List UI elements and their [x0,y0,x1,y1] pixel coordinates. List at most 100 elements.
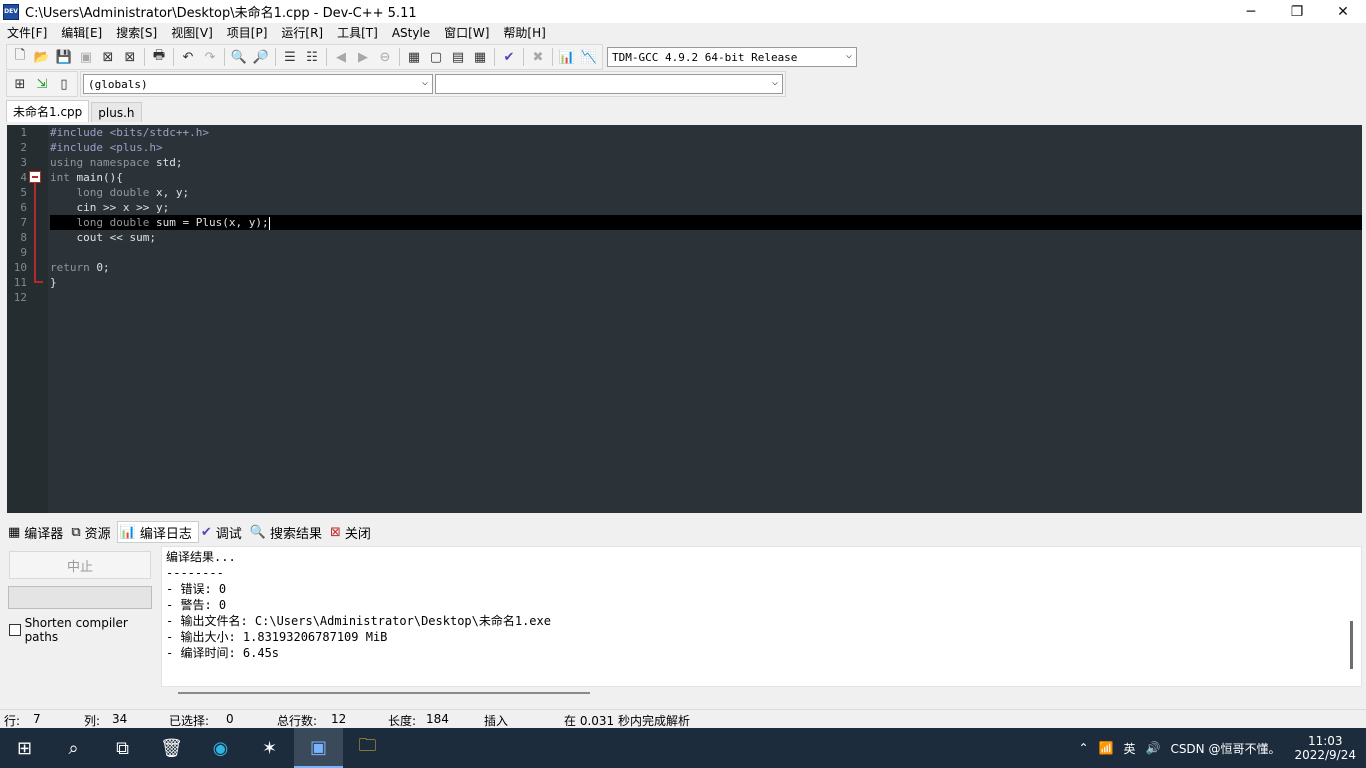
unindent-icon[interactable]: ☷ [301,46,323,68]
tab-resources[interactable]: ⧉ 资源 [69,521,116,543]
tab-compile-log[interactable]: 📊 编译日志 [116,521,199,543]
code-line-7-current: long double sum = Plus(x, y); [50,215,1362,230]
devcpp-taskbar-icon[interactable]: ▣ [294,728,343,768]
file-explorer-icon[interactable]: 🗀 [343,728,392,768]
run-icon[interactable]: ▢ [425,46,447,68]
line-number: 5 [20,186,27,199]
maximize-button[interactable]: ❐ [1274,0,1320,23]
menu-bar: 文件[F] 编辑[E] 搜索[S] 视图[V] 项目[P] 运行[R] 工具[T… [0,23,1366,43]
edge-browser-icon[interactable]: ◉ [196,728,245,768]
undo-icon[interactable]: ↶ [177,46,199,68]
delete-profile-icon[interactable]: 📉 [578,46,600,68]
tab-debug[interactable]: ✔ 调试 [199,521,248,543]
clock[interactable]: 11:03 2022/9/24 [1294,734,1356,762]
preprocessor-text: #include <plus.h> [50,141,163,154]
menu-edit[interactable]: 编辑[E] [54,23,109,43]
tab-compiler[interactable]: ▦ 编译器 [6,521,69,543]
menu-help[interactable]: 帮助[H] [496,23,552,43]
insert-icon[interactable]: ⇲ [31,73,53,95]
compile-log-output[interactable]: 编译结果... -------- - 错误: 0 - 警告: 0 - 输出文件名… [161,546,1362,687]
windows-start-icon[interactable]: ⊞ [0,728,49,768]
toggle-bookmark-icon[interactable]: ⊖ [374,46,396,68]
code-text: } [50,276,57,289]
app-icon[interactable]: ✶ [245,728,294,768]
forward-icon[interactable]: ▶ [352,46,374,68]
compiler-select[interactable]: TDM-GCC 4.9.2 64-bit Release ⌵ [607,47,857,67]
scope-select-value: (globals) [88,77,148,91]
tab-search-results[interactable]: 🔍 搜索结果 [248,521,328,543]
function-select[interactable]: ⌵ [435,74,783,94]
chevron-up-icon[interactable]: ⌃ [1078,741,1088,755]
shorten-paths-checkbox[interactable] [9,624,21,636]
replace-icon[interactable]: 🔎 [250,46,272,68]
code-line-5: long double x, y; [50,185,1362,200]
clock-date: 2022/9/24 [1294,748,1356,762]
tab-label: 编译日志 [139,526,192,542]
close-window-button[interactable]: ✕ [1320,0,1366,23]
tab-plus-h[interactable]: plus.h [91,102,142,122]
rebuild-all-icon[interactable]: ▦ [469,46,491,68]
search-icon[interactable]: ⌕ [49,728,98,768]
save-icon[interactable]: 💾 [53,46,75,68]
menu-project[interactable]: 项目[P] [220,23,275,43]
fold-indicator-end [34,281,43,283]
tab-close[interactable]: ⊠ 关闭 [328,521,377,543]
status-parse-time: 在 0.031 秒内完成解析 [564,714,690,728]
profile-icon[interactable]: 📊 [556,46,578,68]
open-file-icon[interactable]: 📂 [31,46,53,68]
scope-select[interactable]: (globals) ⌵ [83,74,433,94]
network-icon[interactable]: 📶 [1099,741,1114,755]
tab-untitled1-cpp[interactable]: 未命名1.cpp [6,100,90,122]
compile-run-icon[interactable]: ▤ [447,46,469,68]
bar-chart-icon: 📊 [119,524,136,540]
minimize-button[interactable]: ─ [1228,0,1274,23]
ime-indicator[interactable]: 英 [1123,740,1135,757]
menu-view[interactable]: 视图[V] [164,23,220,43]
redo-icon[interactable]: ↷ [199,46,221,68]
code-line-1: #include <bits/stdc++.h> [50,125,1362,140]
code-text: sum = Plus(x, y); [149,216,269,229]
status-selected-label: 已选择: [169,714,210,728]
goto-icon[interactable]: ▯ [53,73,75,95]
line-number: 6 [20,201,27,214]
menu-run[interactable]: 运行[R] [274,23,330,43]
code-line-2: #include <plus.h> [50,140,1362,155]
syntax-check-icon[interactable]: ✔ [498,46,520,68]
log-horizontal-scrollbar[interactable] [178,692,590,694]
status-length-label: 长度: [388,714,417,728]
find-icon[interactable]: 🔍 [228,46,250,68]
chevron-down-icon: ⌵ [845,50,852,61]
new-file-icon[interactable]: 🗋 [9,46,31,68]
chevron-down-icon: ⌵ [771,77,778,88]
menu-search[interactable]: 搜索[S] [109,23,164,43]
status-total-label: 总行数: [277,714,318,728]
menu-astyle[interactable]: AStyle [385,23,437,43]
indent-icon[interactable]: ☰ [279,46,301,68]
fold-collapse-icon[interactable] [29,171,41,183]
shorten-paths-row[interactable]: Shorten compiler paths [9,616,159,644]
code-line-4: int main(){ [50,170,1362,185]
code-editor[interactable]: 1 2 3 4 5 6 7 8 9 10 11 12 #include <bit… [7,125,1362,513]
task-view-icon[interactable]: ⧉ [98,728,147,768]
code-line-6: cin >> x >> y; [50,200,1362,215]
code-text: cout << sum; [76,231,156,244]
stop-execution-icon[interactable]: ✖ [527,46,549,68]
windows-taskbar: ⊞ ⌕ ⧉ 🗑 ◉ ✶ ▣ 🗀 ⌃ 📶 英 🔊 CSDN @恒哥不懂。 11:0… [0,728,1366,768]
close-all-icon[interactable]: ⊠ [119,46,141,68]
menu-tools[interactable]: 工具[T] [330,23,385,43]
grid-icon: ▦ [8,524,21,540]
menu-file[interactable]: 文件[F] [0,23,54,43]
compile-icon[interactable]: ▦ [403,46,425,68]
volume-icon[interactable]: 🔊 [1145,741,1160,755]
recycle-bin-icon[interactable]: 🗑 [147,728,196,768]
back-icon[interactable]: ◀ [330,46,352,68]
status-total: 12 [331,712,347,726]
save-all-icon[interactable]: ▣ [75,46,97,68]
abort-button[interactable]: 中止 [9,551,151,579]
close-file-icon[interactable]: ⊠ [97,46,119,68]
log-vertical-scrollbar[interactable] [1350,621,1353,669]
new-project-icon[interactable]: ⊞ [9,73,31,95]
menu-window[interactable]: 窗口[W] [437,23,496,43]
print-icon[interactable]: 🖶 [148,46,170,68]
